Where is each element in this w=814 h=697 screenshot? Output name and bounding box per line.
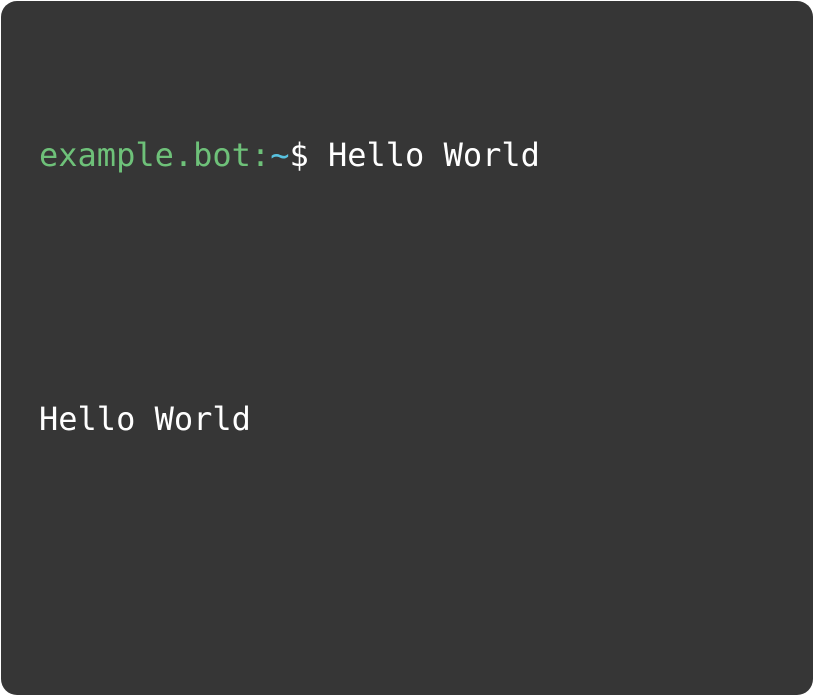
- command-text: Hello World: [327, 136, 540, 174]
- prompt-host: example.bot:: [39, 136, 271, 174]
- terminal-window[interactable]: example.bot:~$ Hello World Hello World: [1, 1, 813, 695]
- prompt-path: ~: [270, 136, 290, 174]
- prompt-symbol: $: [289, 136, 328, 174]
- terminal-body[interactable]: example.bot:~$ Hello World Hello World: [39, 45, 793, 529]
- command-output: Hello World: [39, 400, 251, 438]
- command-line: example.bot:~$ Hello World: [39, 133, 793, 177]
